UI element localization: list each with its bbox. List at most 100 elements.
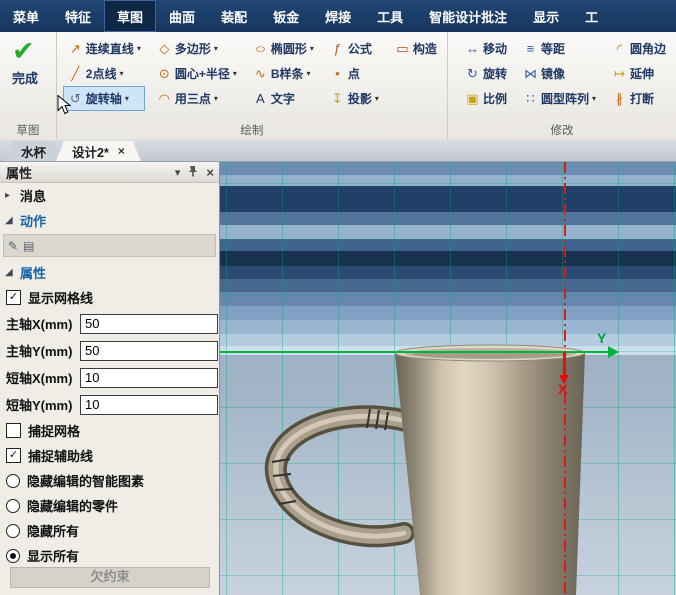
scale-label: 比例 [482, 92, 507, 106]
break-button[interactable]: ∦ 打断 [607, 86, 670, 111]
polygon-button[interactable]: ◇ 多边形 ▾ [152, 36, 241, 61]
snap-grid-checkbox[interactable] [6, 423, 21, 438]
offset-button[interactable]: ≡ 等距 [518, 36, 600, 61]
ellipse-icon: ○ [254, 41, 267, 56]
major-axis-x-input[interactable] [80, 313, 218, 334]
ribbon: ✔ 完成 草图 ↗ 连续直线 ▾ ╱ 2点线 ▾ ↺ 旋转轴 ▾ ◇ 多边形 ▾ ⊙ 圆心+半径 ▾ ◠ 用三点… [0, 32, 676, 141]
menu-tab-6[interactable]: 钣金 [260, 0, 312, 32]
show-all-label: 显示所有 [27, 549, 80, 564]
draw-group-label: 绘制 [240, 125, 264, 137]
move-icon: ↔ [465, 41, 479, 56]
menu-tabs: 菜单 特征 草图 曲面 装配 钣金 焊接 工具 智能设计批注 显示工 [0, 0, 676, 32]
scale-button[interactable]: ▣ 比例 [460, 86, 511, 111]
show-all-radio[interactable] [6, 548, 20, 563]
minor-axis-y-label: 短轴Y(mm) [6, 398, 73, 413]
bspline-label: B样条 [270, 67, 304, 81]
spline-icon: ∿ [254, 65, 266, 81]
hide-all-radio[interactable] [6, 523, 20, 538]
display-gridlines-checkbox[interactable]: ✓ [6, 290, 21, 305]
display-gridlines-label: 显示网格线 [28, 291, 94, 306]
snap-grid-label: 捕捉网格 [28, 424, 81, 439]
chevron-down-icon[interactable]: ▾ [214, 94, 218, 103]
menu-tab-5[interactable]: 装配 [208, 0, 260, 32]
text-button[interactable]: A 文字 [248, 86, 318, 111]
y-axis-label: Y [597, 330, 607, 346]
menu-tab-2[interactable]: 特征 [52, 0, 104, 32]
circle-center-radius-button[interactable]: ⊙ 圆心+半径 ▾ [152, 61, 241, 86]
menu-tab-3[interactable]: 草图 [104, 0, 157, 32]
chevron-down-icon[interactable]: ▾ [137, 44, 141, 53]
menu-tab-10[interactable]: 显示 [520, 0, 572, 32]
projection-button[interactable]: ↧ 投影 ▾ [325, 86, 383, 111]
two-point-line-button[interactable]: ╱ 2点线 ▾ [63, 61, 145, 86]
hide-edited-parts-row: 隐藏编辑的零件 [0, 493, 219, 518]
chevron-down-icon[interactable]: ▾ [125, 94, 129, 103]
move-button[interactable]: ↔ 移动 [460, 36, 511, 61]
application-window: 菜单 特征 草图 曲面 装配 钣金 焊接 工具 智能设计批注 显示工 ✔ 完成 草图 ↗ 连续直线 ▾… [0, 0, 676, 595]
arc-three-point-button[interactable]: ◠ 用三点 ▾ [152, 86, 241, 111]
point-button[interactable]: • 点 [325, 61, 383, 86]
circular-pattern-button[interactable]: ∷ 圆型阵列 ▾ [518, 86, 600, 111]
fillet-edge-button[interactable]: ◜ 圆角边 [607, 36, 670, 61]
minor-axis-y-input[interactable] [80, 394, 218, 415]
chevron-down-icon[interactable]: ▾ [592, 94, 596, 103]
minor-axis-x-label: 短轴X(mm) [6, 371, 73, 386]
chevron-down-icon[interactable]: ▾ [214, 44, 218, 53]
point-icon: • [335, 66, 340, 81]
snap-guidelines-checkbox[interactable]: ✓ [6, 448, 21, 463]
panel-title: 属性 [6, 165, 33, 181]
doc-tab-design2[interactable]: 设计2* × [56, 141, 141, 161]
chevron-down-icon[interactable]: ▾ [233, 69, 237, 78]
minor-axis-x-input[interactable] [80, 367, 218, 388]
formula-button[interactable]: ƒ 公式 [325, 36, 383, 61]
menu-tab-11[interactable]: 工 [572, 0, 611, 32]
pin-icon[interactable] [188, 165, 198, 180]
finish-check-icon[interactable]: ✔ [6, 36, 50, 66]
under-constrained-button[interactable]: 欠约束 [10, 567, 210, 588]
circular-pattern-label: 圆型阵列 [540, 92, 589, 106]
construction-button[interactable]: ▭ 构造 [390, 36, 441, 61]
section-property[interactable]: ◢ 属性 [0, 260, 219, 285]
menu-tab-7[interactable]: 焊接 [312, 0, 364, 32]
hide-all-row: 隐藏所有 [0, 518, 219, 543]
mug-model [264, 344, 586, 595]
projection-label: 投影 [347, 92, 372, 106]
rotate-icon: ↻ [466, 65, 478, 81]
viewport-3d[interactable]: Y X [220, 162, 676, 595]
list-icon[interactable]: ▤ [23, 239, 34, 253]
revolve-axis-button[interactable]: ↺ 旋转轴 ▾ [62, 86, 145, 111]
ellipse-button[interactable]: ○ 椭圆形 ▾ [248, 36, 318, 61]
close-icon[interactable]: × [118, 144, 125, 158]
doc-tab-water-cup[interactable]: 水杯 [5, 141, 62, 161]
major-axis-x-label: 主轴X(mm) [6, 317, 73, 332]
chevron-down-icon[interactable]: ▾ [175, 166, 181, 179]
menu-tab-4[interactable]: 曲面 [156, 0, 208, 32]
circle-icon: ⊙ [158, 65, 170, 81]
rotate-button[interactable]: ↻ 旋转 [460, 61, 511, 86]
properties-panel: 属性 ▾ × ▸ 消息 ◢ 动作 ✎ ▤ ◢ 属性 ✓ 显示网格线主轴X(mm) 主… [0, 162, 220, 595]
section-message[interactable]: ▸ 消息 [0, 183, 219, 208]
extend-button[interactable]: ↦ 延伸 [607, 61, 670, 86]
section-action[interactable]: ◢ 动作 [0, 208, 219, 233]
chevron-down-icon[interactable]: ▾ [119, 69, 123, 78]
hide-edited-smart-elements-radio[interactable] [6, 473, 20, 488]
chevron-down-icon[interactable]: ▾ [375, 94, 379, 103]
mirror-button[interactable]: ⋈ 镜像 [518, 61, 600, 86]
tool-column: ↔ 移动 ↻ 旋转 ▣ 比例 [460, 36, 511, 111]
polyline-label: 连续直线 [85, 42, 134, 56]
modify-group-cols: ↔ 移动 ↻ 旋转 ▣ 比例 ≡ 等距 ⋈ 镜像 ∷ 圆型阵列 ▾ ◜ 圆角边 ↦ 延伸 ∦ 打断 [460, 36, 670, 111]
menu-tab-9[interactable]: 智能设计批注 [416, 0, 520, 32]
chevron-down-icon[interactable]: ▾ [310, 44, 314, 53]
collapsed-arrow-icon: ▸ [5, 190, 11, 201]
menu-tab-1[interactable]: 菜单 [0, 0, 52, 32]
hide-edited-parts-radio[interactable] [6, 498, 20, 513]
edit-icon[interactable]: ✎ [8, 239, 18, 253]
major-axis-y-input[interactable] [80, 340, 218, 361]
finish-button[interactable]: 完成 [6, 68, 50, 87]
menu-tab-8[interactable]: 工具 [364, 0, 416, 32]
break-icon: ∦ [616, 90, 623, 106]
chevron-down-icon[interactable]: ▾ [307, 69, 311, 78]
polyline-button[interactable]: ↗ 连续直线 ▾ [63, 36, 145, 61]
close-icon[interactable]: × [206, 165, 214, 180]
bspline-button[interactable]: ∿ B样条 ▾ [248, 61, 318, 86]
